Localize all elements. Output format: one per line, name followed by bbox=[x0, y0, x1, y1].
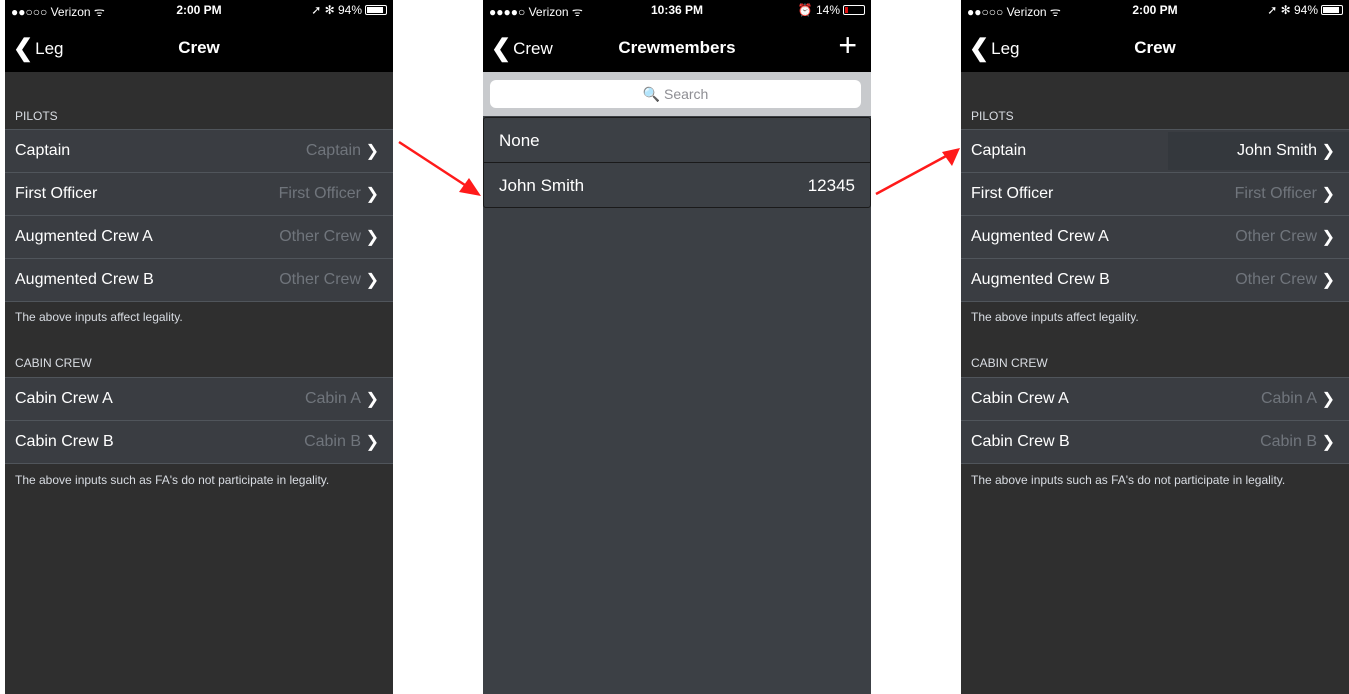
chevron-right-icon: ❯ bbox=[1321, 143, 1335, 160]
navigation-bar: ❮ Crew Crewmembers + bbox=[483, 20, 871, 72]
chevron-right-icon: ❯ bbox=[1321, 272, 1335, 289]
row-label: Augmented Crew A bbox=[971, 228, 1109, 245]
red-arrow-right-up bbox=[875, 148, 960, 196]
crewmember-list: None John Smith 12345 bbox=[483, 117, 871, 208]
row-value: Other Crew bbox=[279, 228, 361, 245]
battery-percent: ➚ ✻ 94% bbox=[1267, 3, 1318, 17]
battery-percent: ⏰ 14% bbox=[797, 3, 840, 17]
crew-screen-after: ●●○○○ Verizon ᯤ 2:00 PM ➚ ✻ 94% ❮ Leg Cre… bbox=[961, 0, 1349, 694]
red-arrow-right-down bbox=[398, 140, 481, 196]
cabin-crew-group: Cabin Crew A Cabin A ❯ Cabin Crew B Cabin B… bbox=[961, 377, 1349, 464]
row-value: Cabin A bbox=[1260, 390, 1317, 407]
pilots-footer-note: The above inputs affect legality. bbox=[971, 310, 1139, 324]
status-right: ⏰ 14% bbox=[798, 3, 865, 17]
chevron-right-icon: ❯ bbox=[1321, 434, 1335, 451]
pilots-group: Captain John Smith ❯ First Officer First Of… bbox=[961, 129, 1349, 302]
chevron-right-icon: ❯ bbox=[1321, 186, 1335, 203]
chevron-right-icon: ❯ bbox=[365, 229, 379, 246]
page-title: Crew bbox=[1134, 38, 1176, 57]
search-bar: 🔍 Search bbox=[483, 72, 871, 116]
navigation-bar: ❮ Leg Crew bbox=[961, 20, 1349, 72]
row-value: Captain bbox=[305, 142, 361, 159]
row-value: John Smith bbox=[1236, 142, 1317, 159]
chevron-right-icon: ❯ bbox=[365, 272, 379, 289]
list-item-none[interactable]: None bbox=[484, 118, 870, 163]
crewmembers-picker-screen: ●●●●○ Verizon ᯤ 10:36 PM ⏰ 14% ❮ Crew Cre… bbox=[483, 0, 871, 694]
crewmember-name: John Smith bbox=[499, 176, 585, 195]
row-value: First Officer bbox=[1234, 185, 1317, 202]
row-value: Other Crew bbox=[1235, 228, 1317, 245]
page-title: Crew bbox=[178, 38, 220, 57]
row-label: Cabin Crew B bbox=[971, 433, 1070, 450]
battery-icon bbox=[1321, 5, 1343, 15]
row-value: Other Crew bbox=[279, 271, 361, 288]
section-header-pilots: PILOTS bbox=[971, 109, 1014, 123]
row-label: Cabin Crew B bbox=[15, 433, 114, 450]
row-value: Other Crew bbox=[1235, 271, 1317, 288]
row-label: First Officer bbox=[971, 185, 1054, 202]
row-label: Augmented Crew B bbox=[971, 271, 1110, 288]
battery-icon bbox=[365, 5, 387, 15]
section-header-cabin-crew: CABIN CREW bbox=[15, 356, 92, 370]
row-label: Cabin Crew A bbox=[971, 390, 1069, 407]
battery-icon bbox=[843, 5, 865, 15]
navigation-bar: ❮ Leg Crew bbox=[5, 20, 393, 72]
chevron-right-icon: ❯ bbox=[365, 434, 379, 451]
section-header-cabin-crew: CABIN CREW bbox=[971, 356, 1048, 370]
row-augmented-crew-a[interactable]: Augmented Crew A Other Crew ❯ bbox=[5, 216, 393, 259]
row-captain[interactable]: Captain John Smith ❯ bbox=[961, 130, 1349, 173]
row-cabin-crew-b[interactable]: Cabin Crew B Cabin B ❯ bbox=[5, 421, 393, 464]
list-item-john-smith[interactable]: John Smith 12345 bbox=[484, 163, 870, 207]
chevron-right-icon: ❯ bbox=[365, 391, 379, 408]
row-label: Augmented Crew A bbox=[15, 228, 153, 245]
add-crewmember-button[interactable]: + bbox=[838, 27, 857, 64]
row-value: Cabin B bbox=[304, 433, 361, 450]
cabin-footer-note: The above inputs such as FA's do not par… bbox=[971, 473, 1286, 487]
row-label: Augmented Crew B bbox=[15, 271, 154, 288]
row-value: Cabin B bbox=[1260, 433, 1317, 450]
row-cabin-crew-a[interactable]: Cabin Crew A Cabin A ❯ bbox=[5, 378, 393, 421]
section-header-pilots: PILOTS bbox=[15, 109, 58, 123]
row-label: First Officer bbox=[15, 185, 98, 202]
status-right: ➚ ✻ 94% bbox=[1267, 3, 1343, 17]
row-augmented-crew-b[interactable]: Augmented Crew B Other Crew ❯ bbox=[961, 259, 1349, 302]
pilots-footer-note: The above inputs affect legality. bbox=[15, 310, 183, 324]
cabin-crew-group: Cabin Crew A Cabin A ❯ Cabin Crew B Cabin B… bbox=[5, 377, 393, 464]
row-captain[interactable]: Captain Captain ❯ bbox=[5, 130, 393, 173]
row-label: Cabin Crew A bbox=[15, 390, 113, 407]
cabin-footer-note: The above inputs such as FA's do not par… bbox=[15, 473, 330, 487]
chevron-right-icon: ❯ bbox=[1321, 391, 1335, 408]
row-value: Cabin A bbox=[304, 390, 361, 407]
battery-percent: ➚ ✻ 94% bbox=[311, 3, 362, 17]
crewmember-name: None bbox=[499, 131, 540, 150]
row-label: Captain bbox=[15, 142, 71, 159]
row-cabin-crew-a[interactable]: Cabin Crew A Cabin A ❯ bbox=[961, 378, 1349, 421]
status-bar: ●●●●○ Verizon ᯤ 10:36 PM ⏰ 14% bbox=[483, 0, 871, 20]
chevron-right-icon: ❯ bbox=[1321, 229, 1335, 246]
row-first-officer[interactable]: First Officer First Officer ❯ bbox=[961, 173, 1349, 216]
row-augmented-crew-b[interactable]: Augmented Crew B Other Crew ❯ bbox=[5, 259, 393, 302]
page-title: Crewmembers bbox=[618, 38, 736, 57]
row-first-officer[interactable]: First Officer First Officer ❯ bbox=[5, 173, 393, 216]
pilots-group: Captain Captain ❯ First Officer First Offic… bbox=[5, 129, 393, 302]
search-input[interactable]: 🔍 Search bbox=[490, 80, 861, 108]
row-label: Captain bbox=[971, 142, 1027, 159]
chevron-right-icon: ❯ bbox=[365, 143, 379, 160]
crew-screen-before: ●●○○○ Verizon ᯤ 2:00 PM ➚ ✻ 94% ❮ Leg Cre… bbox=[5, 0, 393, 694]
row-augmented-crew-a[interactable]: Augmented Crew A Other Crew ❯ bbox=[961, 216, 1349, 259]
status-right: ➚ ✻ 94% bbox=[311, 3, 387, 17]
row-value: First Officer bbox=[278, 185, 361, 202]
row-cabin-crew-b[interactable]: Cabin Crew B Cabin B ❯ bbox=[961, 421, 1349, 464]
chevron-right-icon: ❯ bbox=[365, 186, 379, 203]
status-bar: ●●○○○ Verizon ᯤ 2:00 PM ➚ ✻ 94% bbox=[5, 0, 393, 20]
crewmember-number: 12345 bbox=[807, 176, 855, 195]
status-bar: ●●○○○ Verizon ᯤ 2:00 PM ➚ ✻ 94% bbox=[961, 0, 1349, 20]
